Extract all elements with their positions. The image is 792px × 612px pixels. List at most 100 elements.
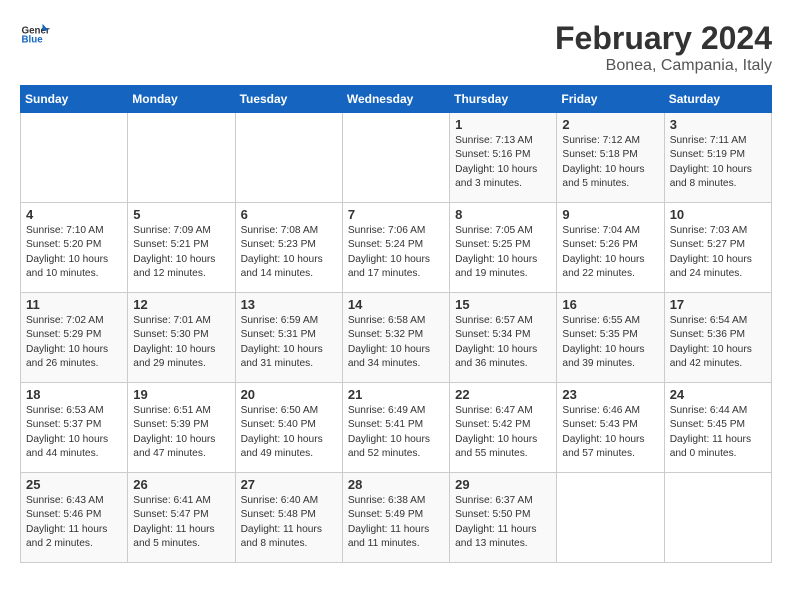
day-number: 18 bbox=[26, 387, 122, 402]
calendar-cell: 23 Sunrise: 6:46 AM Sunset: 5:43 PM Dayli… bbox=[557, 383, 664, 473]
day-number: 12 bbox=[133, 297, 229, 312]
calendar-cell bbox=[235, 113, 342, 203]
day-info: Sunrise: 7:03 AM Sunset: 5:27 PM Dayligh… bbox=[670, 224, 766, 281]
day-number: 19 bbox=[133, 387, 229, 402]
day-info: Sunrise: 7:13 AM Sunset: 5:16 PM Dayligh… bbox=[455, 134, 551, 191]
day-number: 22 bbox=[455, 387, 551, 402]
day-number: 20 bbox=[241, 387, 337, 402]
day-info: Sunrise: 7:01 AM Sunset: 5:30 PM Dayligh… bbox=[133, 314, 229, 371]
calendar-cell: 26Sunrise: 6:41 AM Sunset: 5:47 PM Dayli… bbox=[128, 473, 235, 563]
day-number: 21 bbox=[348, 387, 444, 402]
calendar-cell: 1 Sunrise: 7:13 AM Sunset: 5:16 PM Daylig… bbox=[450, 113, 557, 203]
day-number: 29 bbox=[455, 477, 551, 492]
day-number: 27 bbox=[241, 477, 337, 492]
calendar-cell: 9 Sunrise: 7:04 AM Sunset: 5:26 PM Daylig… bbox=[557, 203, 664, 293]
month-year-title: February 2024 bbox=[555, 20, 772, 57]
day-number: 17 bbox=[670, 297, 766, 312]
calendar-cell: 8Sunrise: 7:05 AM Sunset: 5:25 PM Daylig… bbox=[450, 203, 557, 293]
calendar-cell: 21 Sunrise: 6:49 AM Sunset: 5:41 PM Dayli… bbox=[342, 383, 449, 473]
svg-text:Blue: Blue bbox=[22, 35, 44, 46]
day-info: Sunrise: 7:11 AM Sunset: 5:19 PM Dayligh… bbox=[670, 134, 766, 191]
calendar-body: 1 Sunrise: 7:13 AM Sunset: 5:16 PM Daylig… bbox=[21, 113, 772, 563]
calendar-cell: 6 Sunrise: 7:08 AM Sunset: 5:23 PM Daylig… bbox=[235, 203, 342, 293]
day-info: Sunrise: 6:59 AM Sunset: 5:31 PM Dayligh… bbox=[241, 314, 337, 371]
day-info: Sunrise: 6:58 AM Sunset: 5:32 PM Dayligh… bbox=[348, 314, 444, 371]
day-info: Sunrise: 6:38 AM Sunset: 5:49 PM Dayligh… bbox=[348, 494, 444, 551]
col-sunday: Sunday bbox=[21, 86, 128, 113]
day-number: 7 bbox=[348, 207, 444, 222]
day-number: 16 bbox=[562, 297, 658, 312]
calendar-cell bbox=[557, 473, 664, 563]
calendar-cell: 2 Sunrise: 7:12 AM Sunset: 5:18 PM Daylig… bbox=[557, 113, 664, 203]
day-number: 2 bbox=[562, 117, 658, 132]
calendar-cell: 7Sunrise: 7:06 AM Sunset: 5:24 PM Daylig… bbox=[342, 203, 449, 293]
day-info: Sunrise: 7:04 AM Sunset: 5:26 PM Dayligh… bbox=[562, 224, 658, 281]
day-info: Sunrise: 6:54 AM Sunset: 5:36 PM Dayligh… bbox=[670, 314, 766, 371]
calendar-cell: 5 Sunrise: 7:09 AM Sunset: 5:21 PM Daylig… bbox=[128, 203, 235, 293]
calendar-cell: 3Sunrise: 7:11 AM Sunset: 5:19 PM Daylig… bbox=[664, 113, 771, 203]
day-number: 15 bbox=[455, 297, 551, 312]
calendar-cell: 17 Sunrise: 6:54 AM Sunset: 5:36 PM Dayli… bbox=[664, 293, 771, 383]
calendar-cell: 18Sunrise: 6:53 AM Sunset: 5:37 PM Dayli… bbox=[21, 383, 128, 473]
day-number: 28 bbox=[348, 477, 444, 492]
calendar-cell: 14 Sunrise: 6:58 AM Sunset: 5:32 PM Dayli… bbox=[342, 293, 449, 383]
location-subtitle: Bonea, Campania, Italy bbox=[555, 57, 772, 75]
calendar-week-1: 1 Sunrise: 7:13 AM Sunset: 5:16 PM Daylig… bbox=[21, 113, 772, 203]
day-number: 10 bbox=[670, 207, 766, 222]
day-number: 4 bbox=[26, 207, 122, 222]
day-info: Sunrise: 6:43 AM Sunset: 5:46 PM Dayligh… bbox=[26, 494, 122, 551]
day-number: 11 bbox=[26, 297, 122, 312]
calendar-cell: 12 Sunrise: 7:01 AM Sunset: 5:30 PM Dayli… bbox=[128, 293, 235, 383]
day-info: Sunrise: 6:55 AM Sunset: 5:35 PM Dayligh… bbox=[562, 314, 658, 371]
calendar-cell: 16 Sunrise: 6:55 AM Sunset: 5:35 PM Dayli… bbox=[557, 293, 664, 383]
day-number: 13 bbox=[241, 297, 337, 312]
calendar-cell: 19 Sunrise: 6:51 AM Sunset: 5:39 PM Dayli… bbox=[128, 383, 235, 473]
calendar-cell bbox=[664, 473, 771, 563]
calendar-cell: 13 Sunrise: 6:59 AM Sunset: 5:31 PM Dayli… bbox=[235, 293, 342, 383]
calendar-cell: 4 Sunrise: 7:10 AM Sunset: 5:20 PM Daylig… bbox=[21, 203, 128, 293]
col-thursday: Thursday bbox=[450, 86, 557, 113]
calendar-cell: 29 Sunrise: 6:37 AM Sunset: 5:50 PM Dayli… bbox=[450, 473, 557, 563]
calendar-week-2: 4 Sunrise: 7:10 AM Sunset: 5:20 PM Daylig… bbox=[21, 203, 772, 293]
day-info: Sunrise: 6:51 AM Sunset: 5:39 PM Dayligh… bbox=[133, 404, 229, 461]
day-info: Sunrise: 6:44 AM Sunset: 5:45 PM Dayligh… bbox=[670, 404, 766, 461]
day-info: Sunrise: 7:08 AM Sunset: 5:23 PM Dayligh… bbox=[241, 224, 337, 281]
day-info: Sunrise: 6:49 AM Sunset: 5:41 PM Dayligh… bbox=[348, 404, 444, 461]
day-number: 14 bbox=[348, 297, 444, 312]
calendar-cell: 28 Sunrise: 6:38 AM Sunset: 5:49 PM Dayli… bbox=[342, 473, 449, 563]
day-info: Sunrise: 7:05 AM Sunset: 5:25 PM Dayligh… bbox=[455, 224, 551, 281]
calendar-cell: 15 Sunrise: 6:57 AM Sunset: 5:34 PM Dayli… bbox=[450, 293, 557, 383]
day-info: Sunrise: 6:57 AM Sunset: 5:34 PM Dayligh… bbox=[455, 314, 551, 371]
day-info: Sunrise: 7:09 AM Sunset: 5:21 PM Dayligh… bbox=[133, 224, 229, 281]
page-header: General Blue February 2024 Bonea, Campan… bbox=[20, 20, 772, 75]
day-info: Sunrise: 7:12 AM Sunset: 5:18 PM Dayligh… bbox=[562, 134, 658, 191]
calendar-cell: 20 Sunrise: 6:50 AM Sunset: 5:40 PM Dayli… bbox=[235, 383, 342, 473]
day-info: Sunrise: 6:46 AM Sunset: 5:43 PM Dayligh… bbox=[562, 404, 658, 461]
day-info: Sunrise: 6:40 AM Sunset: 5:48 PM Dayligh… bbox=[241, 494, 337, 551]
day-number: 9 bbox=[562, 207, 658, 222]
calendar-cell: 25 Sunrise: 6:43 AM Sunset: 5:46 PM Dayli… bbox=[21, 473, 128, 563]
calendar-header-row: Sunday Monday Tuesday Wednesday Thursday… bbox=[21, 86, 772, 113]
day-info: Sunrise: 6:47 AM Sunset: 5:42 PM Dayligh… bbox=[455, 404, 551, 461]
calendar-cell: 11Sunrise: 7:02 AM Sunset: 5:29 PM Dayli… bbox=[21, 293, 128, 383]
calendar-week-4: 18Sunrise: 6:53 AM Sunset: 5:37 PM Dayli… bbox=[21, 383, 772, 473]
day-number: 25 bbox=[26, 477, 122, 492]
calendar-cell: 24Sunrise: 6:44 AM Sunset: 5:45 PM Dayli… bbox=[664, 383, 771, 473]
day-number: 26 bbox=[133, 477, 229, 492]
calendar-cell bbox=[342, 113, 449, 203]
title-block: February 2024 Bonea, Campania, Italy bbox=[555, 20, 772, 75]
day-info: Sunrise: 7:10 AM Sunset: 5:20 PM Dayligh… bbox=[26, 224, 122, 281]
calendar-week-5: 25 Sunrise: 6:43 AM Sunset: 5:46 PM Dayli… bbox=[21, 473, 772, 563]
calendar-cell: 27 Sunrise: 6:40 AM Sunset: 5:48 PM Dayli… bbox=[235, 473, 342, 563]
logo: General Blue bbox=[20, 20, 50, 50]
day-number: 5 bbox=[133, 207, 229, 222]
col-monday: Monday bbox=[128, 86, 235, 113]
day-number: 1 bbox=[455, 117, 551, 132]
day-number: 6 bbox=[241, 207, 337, 222]
day-info: Sunrise: 6:50 AM Sunset: 5:40 PM Dayligh… bbox=[241, 404, 337, 461]
col-tuesday: Tuesday bbox=[235, 86, 342, 113]
calendar-week-3: 11Sunrise: 7:02 AM Sunset: 5:29 PM Dayli… bbox=[21, 293, 772, 383]
day-info: Sunrise: 6:37 AM Sunset: 5:50 PM Dayligh… bbox=[455, 494, 551, 551]
day-number: 23 bbox=[562, 387, 658, 402]
calendar-cell: 22 Sunrise: 6:47 AM Sunset: 5:42 PM Dayli… bbox=[450, 383, 557, 473]
